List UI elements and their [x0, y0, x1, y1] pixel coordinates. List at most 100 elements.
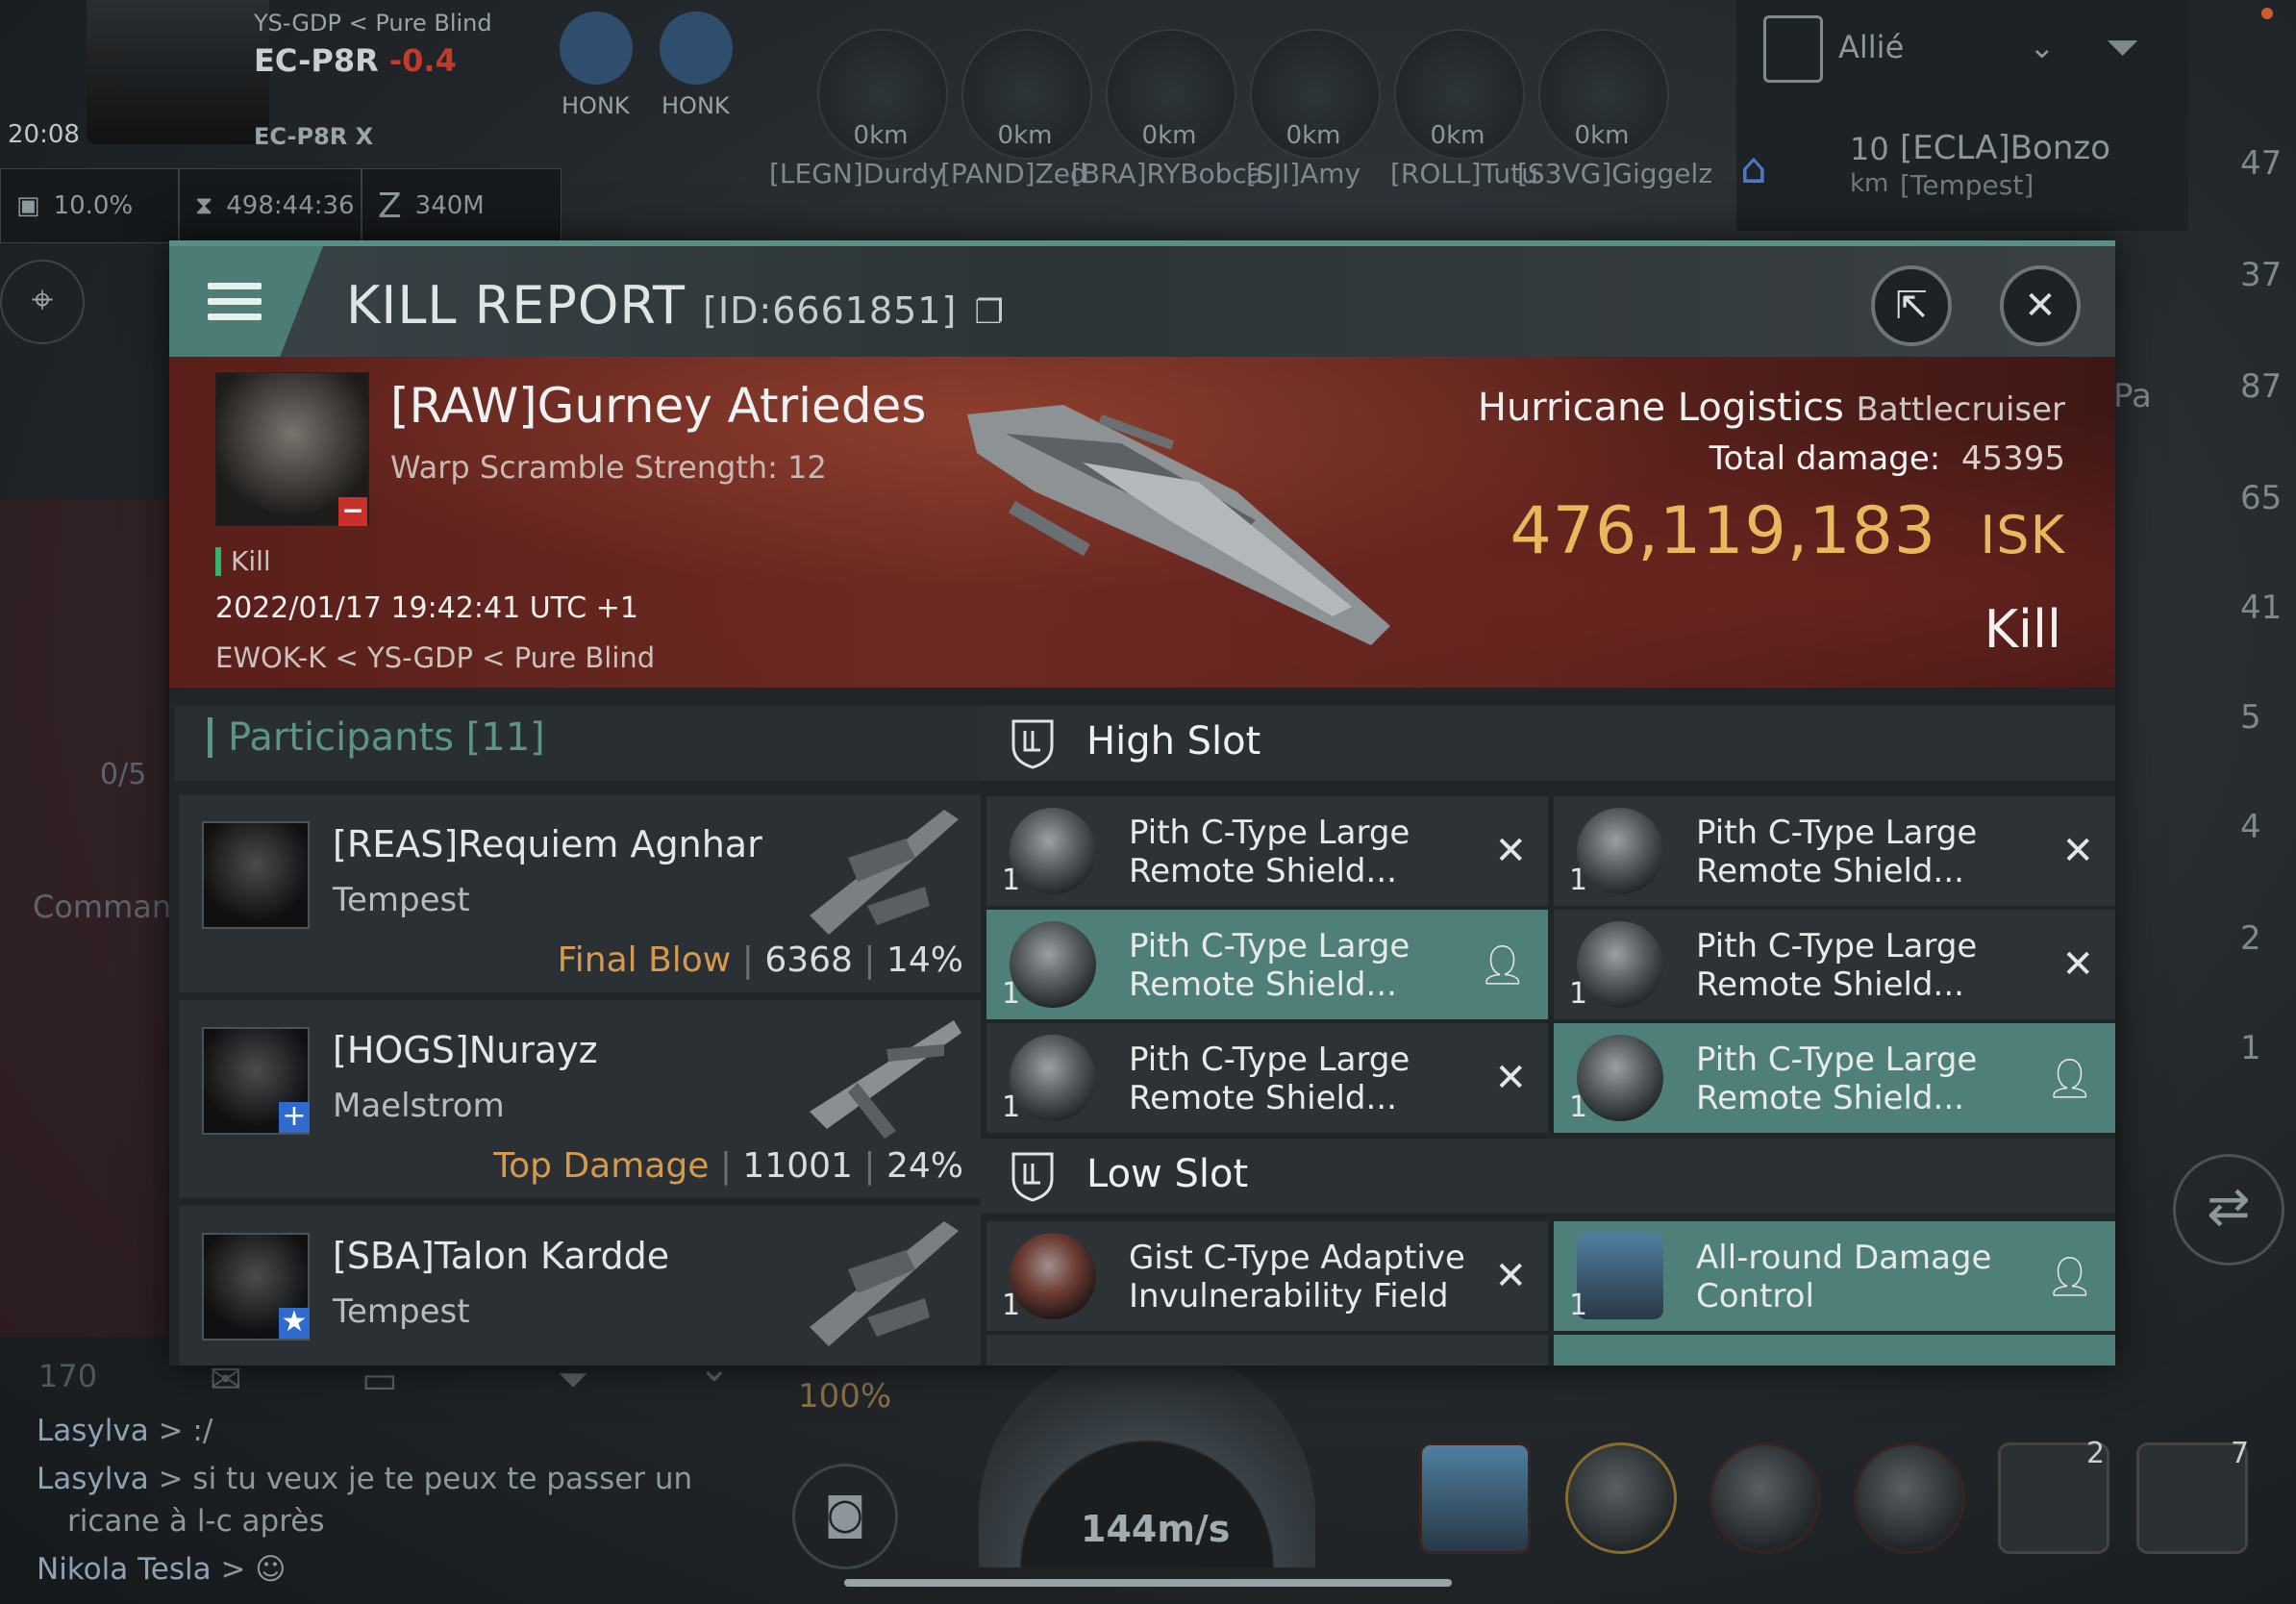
modal-title: KILL REPORT [ID:6661851] ❐ — [346, 275, 1005, 336]
kill-tag: Kill — [215, 547, 271, 576]
chat-message: Nikola Tesla > ☺ — [37, 1552, 287, 1587]
module-card[interactable]: 1 Pith C-Type Large Remote Shield... ✕ — [986, 796, 1548, 906]
negative-standing-badge: − — [338, 497, 367, 526]
module-card[interactable]: 1 Pith C-Type Large Remote Shield... ✕ — [1554, 910, 2115, 1019]
participant-ship-image — [810, 1221, 959, 1346]
participant-portrait — [202, 821, 310, 929]
victim-name[interactable]: [RAW]Gurney Atriedes — [390, 378, 926, 434]
shield-module-icon — [1577, 1035, 1663, 1121]
shield-module-icon — [1010, 1035, 1096, 1121]
isk-value: 476,119,183 ISK — [1510, 493, 2065, 569]
pilot-portrait-hud[interactable] — [87, 0, 269, 144]
isk-stat[interactable]: Z 340M — [362, 168, 562, 243]
camera-icon[interactable]: ◙ — [792, 1464, 898, 1569]
shield-module-icon — [1577, 921, 1663, 1008]
timer-stat[interactable]: ⧗ 498:44:36 — [179, 168, 362, 243]
fleet-filter-select[interactable]: Allié ⌄ — [1838, 29, 2055, 65]
module-shield-1[interactable] — [1565, 1442, 1677, 1554]
person-icon: 👤︎ — [2045, 1057, 2094, 1101]
participant-stats: Final Blow | 6368 | 14% — [557, 940, 963, 980]
ship-name: Hurricane Logistics — [1477, 386, 1844, 430]
copy-icon[interactable]: ❐ — [974, 293, 1004, 332]
module-damage-control[interactable] — [1419, 1442, 1531, 1554]
victim-banner: − [RAW]Gurney Atriedes Warp Scramble Str… — [169, 357, 2115, 688]
chat-message: ricane à l-c après — [67, 1504, 325, 1539]
overview-name: [ROLL]Tutu — [1390, 158, 1538, 189]
overview-distance: 0km — [853, 121, 909, 150]
kill-date: 2022/01/17 19:42:41 UTC +1 — [215, 591, 638, 625]
module-card[interactable]: 1 Gist C-Type Adaptive Invulnerability F… — [986, 1221, 1548, 1331]
overview-distance: 0km — [997, 121, 1053, 150]
destroyed-x-icon: ✕ — [2061, 942, 2094, 987]
add-watch-icon[interactable]: ⌂ — [1740, 144, 1767, 193]
station-name: EC-P8R X — [254, 123, 374, 150]
kill-location[interactable]: EWOK-K < YS-GDP < Pure Blind — [215, 641, 655, 674]
location-pin-icon[interactable]: ⌖ — [0, 260, 85, 344]
right-count[interactable]: 37 — [2240, 256, 2282, 294]
right-count[interactable]: 65 — [2240, 479, 2282, 517]
notification-dot — [2261, 8, 2273, 19]
right-count[interactable]: 87 — [2240, 367, 2282, 406]
right-count[interactable]: 41 — [2240, 589, 2282, 627]
fleet-honk-1[interactable] — [560, 12, 633, 85]
fleet-member-unit: km — [1850, 169, 1889, 198]
clock: 20:08 — [8, 120, 80, 149]
overview-name: [PAND]Zed — [940, 158, 1087, 189]
fleet-member-distance: 10 — [1850, 131, 1889, 167]
module-card-partial[interactable] — [1554, 1335, 2115, 1366]
cargo-stat[interactable]: ▣ 10.0% — [0, 168, 179, 243]
participant-row[interactable]: ★ [SBA]Talon Kardde Tempest — [179, 1206, 981, 1366]
fleet-member-name[interactable]: [ECLA]Bonzo — [1900, 129, 2110, 167]
report-id: [ID:6661851] — [703, 289, 958, 332]
right-count[interactable]: 4 — [2240, 808, 2261, 846]
right-count[interactable]: 47 — [2240, 144, 2282, 183]
participant-name: [REAS]Requiem Agnhar — [333, 823, 762, 865]
module-card-partial[interactable] — [986, 1335, 1548, 1366]
participant-row[interactable]: [REAS]Requiem Agnhar Tempest Final Blow … — [179, 794, 981, 992]
module-card[interactable]: 1 Pith C-Type Large Remote Shield... 👤︎ — [986, 910, 1548, 1019]
overview-distance: 0km — [1141, 121, 1197, 150]
ship-image — [967, 405, 1390, 645]
hamburger-icon — [208, 283, 262, 289]
speed-percent: 100% — [798, 1377, 892, 1416]
participant-ship: Tempest — [333, 1292, 470, 1331]
star-badge-icon: ★ — [279, 1308, 310, 1339]
destroyed-x-icon: ✕ — [1494, 1056, 1527, 1100]
module-card[interactable]: 1 Pith C-Type Large Remote Shield... ✕ — [986, 1023, 1548, 1133]
chat-message: Lasylva > si tu veux je te peux te passe… — [37, 1462, 693, 1496]
participant-ship: Maelstrom — [333, 1087, 505, 1125]
overview-name: [BRA]RYBobca — [1071, 158, 1263, 189]
system-path: YS-GDP < Pure Blind — [254, 10, 492, 37]
person-icon: 👤︎ — [1478, 943, 1527, 988]
fleet-settings-icon[interactable] — [1763, 15, 1823, 83]
right-count[interactable]: 5 — [2240, 698, 2261, 737]
overview-name: [S3VG]Giggelz — [1517, 158, 1713, 189]
right-count[interactable]: 2 — [2240, 919, 2261, 958]
overview-distance: 0km — [1285, 121, 1341, 150]
ship-title[interactable]: Hurricane Logistics Battlecruiser — [1478, 386, 2065, 430]
chat-message: Lasylva > :/ — [37, 1414, 213, 1448]
right-count[interactable]: 1 — [2240, 1029, 2261, 1067]
filter-icon[interactable]: ⏷ — [2106, 23, 2139, 72]
participant-ship-image — [810, 1020, 961, 1139]
invulnerability-field-icon — [1010, 1233, 1096, 1319]
share-button[interactable]: ⇱ — [1871, 265, 1952, 346]
module-card[interactable]: 1 All-round Damage Control 👤︎ — [1554, 1221, 2115, 1331]
participant-ship: Tempest — [333, 881, 470, 919]
home-indicator — [844, 1579, 1452, 1587]
swap-icon[interactable]: ⇄ — [2173, 1154, 2284, 1266]
module-card[interactable]: 1 Pith C-Type Large Remote Shield... ✕ — [1554, 796, 2115, 906]
close-button[interactable]: ✕ — [2000, 265, 2081, 346]
isk-unit: ISK — [1980, 505, 2065, 565]
system-name[interactable]: EC-P8R -0.4 — [254, 42, 457, 79]
module-shield-2[interactable] — [1710, 1442, 1821, 1554]
damage-control-icon — [1577, 1233, 1663, 1319]
participant-row[interactable]: + [HOGS]Nurayz Maelstrom Top Damage | 11… — [179, 1000, 981, 1198]
participant-name: [SBA]Talon Kardde — [333, 1235, 670, 1277]
fleet-honk-2[interactable] — [660, 12, 733, 85]
left-counter: 0/5 — [100, 758, 147, 791]
module-shield-3[interactable] — [1854, 1442, 1965, 1554]
overview-name: [SJI]Amy — [1246, 158, 1361, 189]
module-card[interactable]: 1 Pith C-Type Large Remote Shield... 👤︎ — [1554, 1023, 2115, 1133]
participant-name: [HOGS]Nurayz — [333, 1029, 598, 1071]
